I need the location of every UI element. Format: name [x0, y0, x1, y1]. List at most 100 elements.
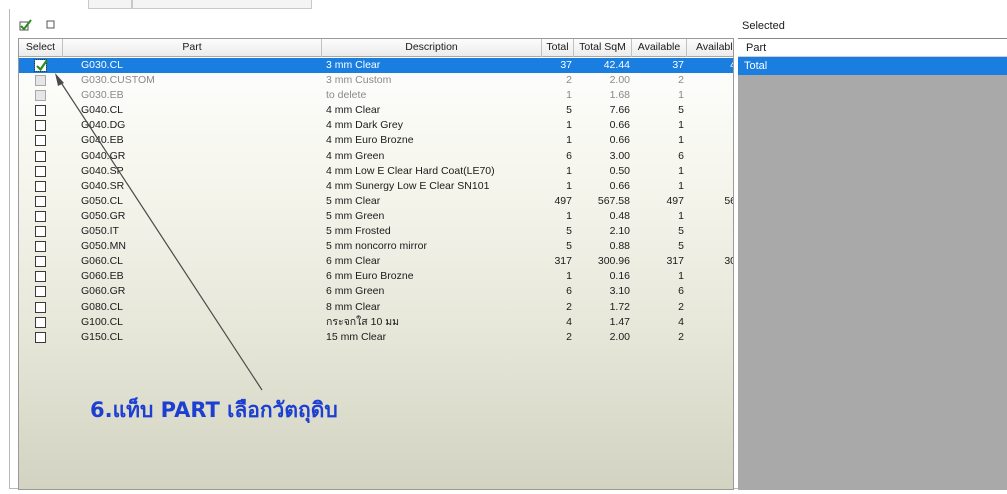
available-2-cell: [687, 224, 733, 239]
total-cell: 1: [566, 164, 572, 177]
description-cell: 4 mm Sunergy Low E Clear SN101: [326, 179, 490, 192]
available-2-cell: 4: [687, 58, 733, 73]
total-cell: 1: [566, 209, 572, 222]
table-row[interactable]: G060.GR 6 mm Green 6 3.10 6: [19, 284, 733, 299]
select-checkbox[interactable]: [35, 165, 46, 177]
column-header-available-2[interactable]: Availabl: [687, 39, 733, 57]
select-checkbox[interactable]: [35, 316, 46, 328]
table-row[interactable]: G060.EB 6 mm Euro Brozne 1 0.16 1: [19, 269, 733, 284]
available-cell: 5: [678, 240, 684, 253]
check-all-button[interactable]: [18, 18, 32, 32]
part-cell: G100.CL: [81, 315, 124, 328]
description-cell: 6 mm Euro Brozne: [326, 270, 414, 283]
available-2-cell: [687, 209, 733, 224]
available-cell: 1: [678, 270, 684, 283]
total-sqm-cell: 567.58: [597, 194, 630, 207]
grid-header: Select Part Description Total Total SqM …: [19, 39, 733, 57]
total-cell: 2: [566, 330, 572, 343]
select-checkbox[interactable]: [35, 271, 46, 283]
select-checkbox[interactable]: [35, 150, 46, 162]
table-row[interactable]: G040.CL 4 mm Clear 5 7.66 5: [19, 103, 733, 118]
part-cell: G060.EB: [81, 270, 124, 283]
description-cell: 4 mm Dark Grey: [326, 119, 404, 132]
tab-stub-2[interactable]: [132, 0, 312, 9]
total-cell: 6: [566, 285, 572, 298]
selected-total-row[interactable]: Total: [738, 57, 1007, 75]
available-2-cell: [687, 179, 733, 194]
selected-column-header-part[interactable]: Part: [738, 39, 1007, 57]
available-2-cell: [687, 103, 733, 118]
available-cell: 1: [678, 134, 684, 147]
total-sqm-cell: 0.48: [609, 209, 630, 222]
select-checkbox[interactable]: [35, 286, 46, 298]
total-sqm-cell: 0.66: [609, 119, 630, 132]
part-cell: G050.MN: [81, 240, 126, 253]
select-checkbox[interactable]: [35, 195, 46, 207]
part-cell: G050.GR: [81, 209, 126, 222]
table-row[interactable]: G040.SP 4 mm Low E Clear Hard Coat(LE70) 1…: [19, 164, 733, 179]
total-cell: 1: [566, 179, 572, 192]
table-row[interactable]: G080.CL 8 mm Clear 2 1.72 2: [19, 300, 733, 315]
uncheck-all-button[interactable]: [44, 18, 58, 32]
available-cell: 6: [678, 285, 684, 298]
column-header-total-sqm[interactable]: Total SqM: [574, 39, 632, 57]
selected-panel[interactable]: Part Total: [738, 38, 1007, 490]
table-row[interactable]: G030.CL3 mm Clear3742.44374: [19, 58, 733, 74]
table-row[interactable]: G050.CL 5 mm Clear 497 567.58 497 56: [19, 194, 733, 209]
select-checkbox[interactable]: [35, 105, 46, 117]
total-cell: 2: [566, 74, 572, 87]
total-cell: 1: [566, 270, 572, 283]
table-row[interactable]: G040.SR 4 mm Sunergy Low E Clear SN101 1 0.…: [19, 179, 733, 194]
description-cell: 4 mm Euro Brozne: [326, 134, 414, 147]
table-row[interactable]: G040.DG 4 mm Dark Grey 1 0.66 1: [19, 118, 733, 133]
total-sqm-cell: 3.10: [609, 285, 630, 298]
table-row[interactable]: G050.MN 5 mm noncorro mirror 5 0.88 5: [19, 239, 733, 254]
description-cell: กระจกใส 10 มม: [326, 315, 400, 328]
available-2-cell: 30: [724, 255, 733, 268]
column-header-select[interactable]: Select: [19, 39, 63, 57]
total-sqm-cell: 3.00: [609, 149, 630, 162]
selected-panel-title: Selected: [742, 20, 785, 32]
select-checkbox[interactable]: [35, 226, 46, 238]
column-header-total[interactable]: Total: [542, 39, 574, 57]
available-cell: 4: [678, 315, 684, 328]
select-checkbox[interactable]: [35, 135, 46, 147]
table-row[interactable]: G040.GR 4 mm Green 6 3.00 6: [19, 149, 733, 164]
tab-stub-1[interactable]: [88, 0, 132, 9]
available-2-cell: [687, 88, 733, 103]
table-row[interactable]: G030.CUSTOM 3 mm Custom 2 2.00 2: [19, 73, 733, 88]
part-cell: G060.GR: [81, 285, 126, 298]
total-cell: 2: [566, 300, 572, 313]
total-sqm-cell: 2.10: [609, 225, 630, 238]
select-checkbox[interactable]: [35, 180, 46, 192]
available-2-cell: [687, 284, 733, 299]
table-row[interactable]: G060.CL 6 mm Clear 317 300.96 317 30: [19, 254, 733, 269]
select-checkbox[interactable]: [35, 90, 46, 102]
select-checkbox[interactable]: [35, 331, 46, 343]
table-row[interactable]: G030.EB to delete 1 1.68 1: [19, 88, 733, 103]
column-header-part[interactable]: Part: [63, 39, 322, 57]
table-row[interactable]: G150.CL 15 mm Clear 2 2.00 2: [19, 330, 733, 345]
total-cell: 1: [566, 89, 572, 102]
select-checkbox[interactable]: [35, 301, 46, 313]
description-cell: to delete: [326, 89, 367, 102]
description-cell: 15 mm Clear: [326, 330, 387, 343]
select-checkbox[interactable]: [35, 256, 46, 268]
select-checkbox[interactable]: [35, 120, 46, 132]
total-sqm-cell: 300.96: [597, 255, 630, 268]
available-2-cell: [687, 133, 733, 148]
available-cell: 1: [678, 119, 684, 132]
table-row[interactable]: G040.EB 4 mm Euro Brozne 1 0.66 1: [19, 133, 733, 148]
available-cell: 497: [666, 194, 684, 207]
total-sqm-cell: 42.44: [603, 59, 630, 71]
total-cell: 6: [566, 149, 572, 162]
select-checkbox[interactable]: [34, 59, 48, 72]
select-checkbox[interactable]: [35, 241, 46, 253]
table-row[interactable]: G050.IT 5 mm Frosted 5 2.10 5: [19, 224, 733, 239]
column-header-description[interactable]: Description: [322, 39, 542, 57]
select-checkbox[interactable]: [35, 75, 46, 87]
table-row[interactable]: G050.GR 5 mm Green 1 0.48 1: [19, 209, 733, 224]
select-checkbox[interactable]: [35, 210, 46, 222]
column-header-available[interactable]: Available: [632, 39, 687, 57]
table-row[interactable]: G100.CL กระจกใส 10 มม 4 1.47 4: [19, 315, 733, 330]
